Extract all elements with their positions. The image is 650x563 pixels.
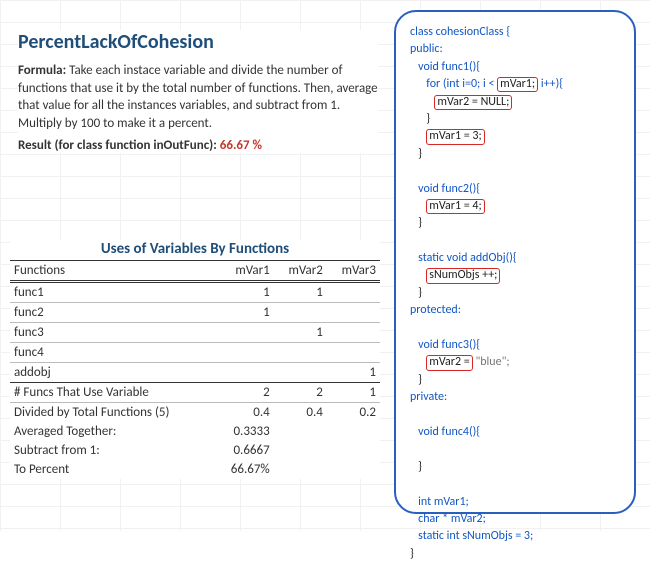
cell: 1 xyxy=(215,303,274,323)
table-row: addobj 1 xyxy=(10,363,380,383)
code-text: char * mVar2; xyxy=(418,512,486,526)
cell xyxy=(274,343,327,363)
code-text: void func1(){ xyxy=(418,60,480,74)
table-row: func3 1 xyxy=(10,323,380,343)
table-row: func4 xyxy=(10,343,380,363)
code-text: int mVar1; xyxy=(418,495,469,509)
code-text: void func4(){ xyxy=(418,425,480,439)
formula-label: Formula: xyxy=(18,63,66,78)
cell-label: Divided by Total Functions (5) xyxy=(10,403,215,423)
code-text: void func2(){ xyxy=(418,182,480,196)
page-title: PercentLackOfCohesion xyxy=(18,30,378,54)
code-text: class cohesionClass { xyxy=(410,25,510,39)
code-text: static void addObj(){ xyxy=(418,251,516,265)
description-block: PercentLackOfCohesion Formula: Take each… xyxy=(18,30,378,153)
cell-label: func4 xyxy=(10,343,215,363)
cell-label: func1 xyxy=(10,282,215,303)
uses-table: Functions mVar1 mVar2 mVar3 func1 1 1 fu… xyxy=(10,260,380,479)
code-text: } xyxy=(426,112,430,126)
table-row: Subtract from 1: 0.6667 xyxy=(10,441,380,460)
cell xyxy=(327,441,380,460)
code-text: for (int i=0; i < xyxy=(426,77,494,91)
code-text: static int sNumObjs = 3; xyxy=(418,529,533,543)
cell: 1 xyxy=(327,383,380,403)
table-row: To Percent 66.67% xyxy=(10,460,380,479)
code-text: } xyxy=(418,286,422,300)
cell xyxy=(327,343,380,363)
cell-label: addobj xyxy=(10,363,215,383)
col-functions: Functions xyxy=(10,261,215,282)
code-text: } xyxy=(418,373,422,387)
cell: 1 xyxy=(274,323,327,343)
code-text: private: xyxy=(410,390,447,404)
cell: 2 xyxy=(274,383,327,403)
formula-text: Formula: Take each instace variable and … xyxy=(18,62,378,132)
highlight-mvar1: mVar1; xyxy=(497,77,538,92)
cell xyxy=(274,441,327,460)
cell xyxy=(327,460,380,479)
cell: 0.2 xyxy=(327,403,380,423)
cell: 1 xyxy=(215,282,274,303)
cell xyxy=(327,323,380,343)
code-text: protected: xyxy=(410,303,461,317)
code-text: "blue"; xyxy=(475,355,509,369)
cell-label: # Funcs That Use Variable xyxy=(10,383,215,403)
cell: 2 xyxy=(215,383,274,403)
code-text: } xyxy=(418,216,422,230)
cell xyxy=(327,282,380,303)
cell: 0.3333 xyxy=(215,422,274,441)
code-text: i++){ xyxy=(541,77,563,91)
code-panel: class cohesionClass { public: void func1… xyxy=(394,10,636,514)
cell xyxy=(215,343,274,363)
formula-body: Take each instace variable and divide th… xyxy=(18,63,378,131)
cell: 1 xyxy=(327,363,380,383)
cell xyxy=(215,363,274,383)
cell-label: func3 xyxy=(10,323,215,343)
cell: 0.6667 xyxy=(215,441,274,460)
code-text: } xyxy=(418,460,422,474)
code-text: } xyxy=(410,547,414,561)
result-value: 66.67 % xyxy=(220,138,262,153)
highlight-mvar2: mVar2 = xyxy=(426,355,472,370)
result-label: Result (for class function inOutFunc): xyxy=(18,138,217,153)
col-mvar1: mVar1 xyxy=(215,261,274,282)
col-mvar3: mVar3 xyxy=(327,261,380,282)
result-line: Result (for class function inOutFunc): 6… xyxy=(18,138,378,153)
cell xyxy=(215,323,274,343)
table-row: func1 1 1 xyxy=(10,282,380,303)
table-row: Divided by Total Functions (5) 0.4 0.4 0… xyxy=(10,403,380,423)
cell xyxy=(274,422,327,441)
cell-label: func2 xyxy=(10,303,215,323)
cell: 0.4 xyxy=(215,403,274,423)
cell: 1 xyxy=(274,282,327,303)
table-row: func2 1 xyxy=(10,303,380,323)
highlight-mvar1: mVar1 = 3; xyxy=(426,129,484,144)
highlight-snumobjs: sNumObjs ++; xyxy=(426,268,500,283)
highlight-mvar2: mVar2 = NULL; xyxy=(434,95,512,110)
code-text: } xyxy=(418,147,422,161)
table-row: Averaged Together: 0.3333 xyxy=(10,422,380,441)
table-header-row: Functions mVar1 mVar2 mVar3 xyxy=(10,261,380,282)
cell xyxy=(327,422,380,441)
code-text: void func3(){ xyxy=(418,338,480,352)
col-mvar2: mVar2 xyxy=(274,261,327,282)
cell xyxy=(274,303,327,323)
cell xyxy=(274,460,327,479)
code-text: public: xyxy=(410,42,443,56)
table-title: Uses of Variables By Functions xyxy=(10,240,380,258)
cell xyxy=(327,303,380,323)
table-row: # Funcs That Use Variable 2 2 1 xyxy=(10,383,380,403)
cell-label: Averaged Together: xyxy=(10,422,215,441)
uses-table-wrap: Uses of Variables By Functions Functions… xyxy=(10,240,380,479)
cell-label: To Percent xyxy=(10,460,215,479)
highlight-mvar1: mVar1 = 4; xyxy=(426,199,484,214)
cell xyxy=(274,363,327,383)
cell: 66.67% xyxy=(215,460,274,479)
cell: 0.4 xyxy=(274,403,327,423)
cell-label: Subtract from 1: xyxy=(10,441,215,460)
